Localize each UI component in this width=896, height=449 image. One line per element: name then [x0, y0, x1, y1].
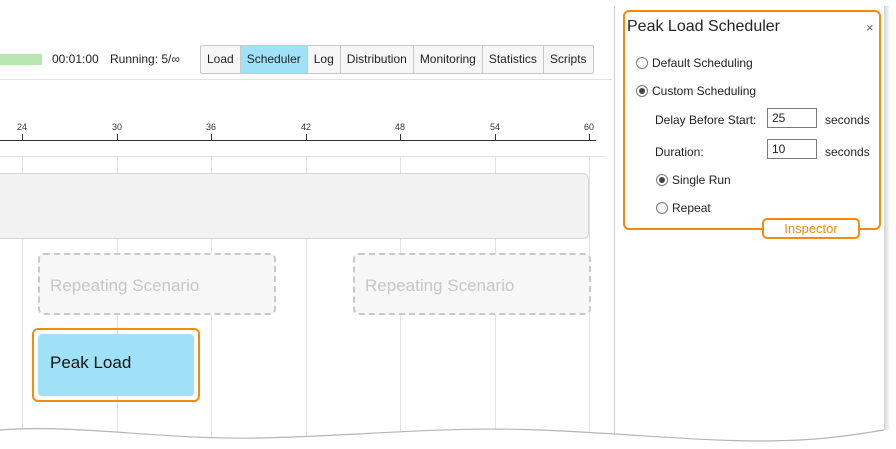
torn-bottom-edge — [0, 428, 896, 449]
